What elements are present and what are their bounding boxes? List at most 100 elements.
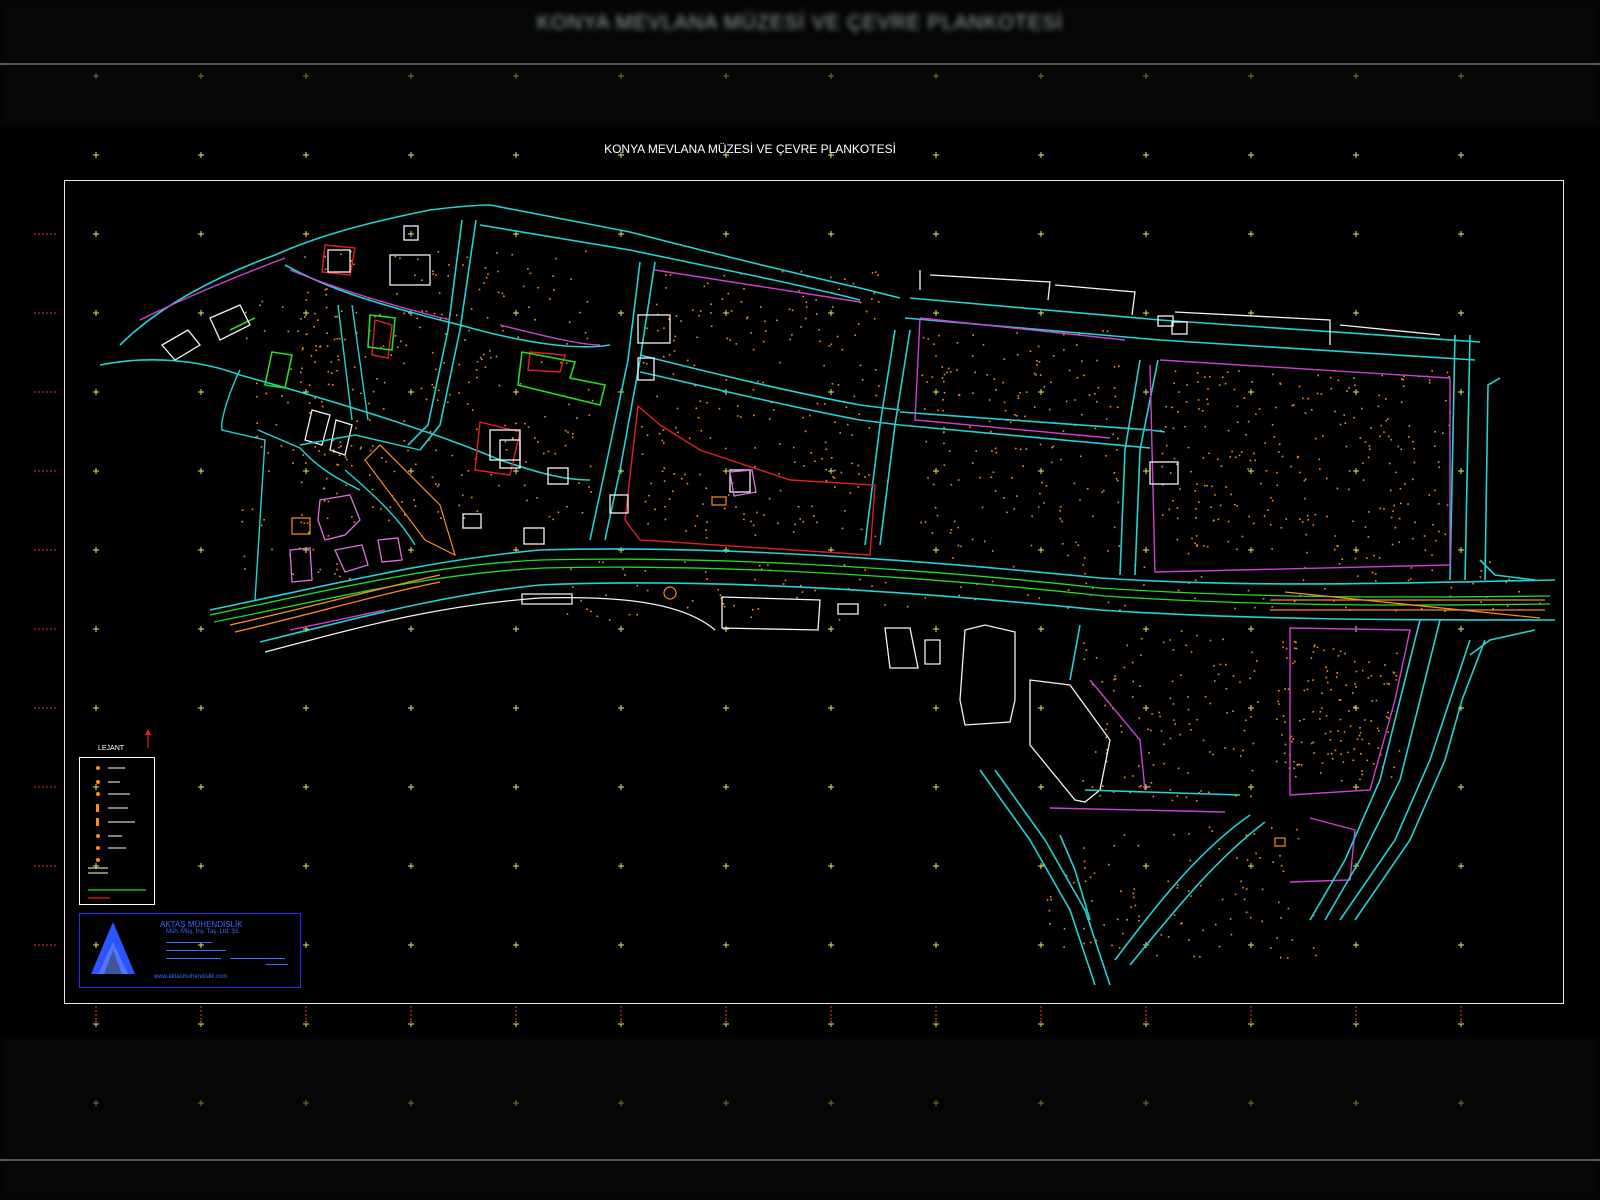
grid-cross xyxy=(1038,389,1044,395)
survey-point xyxy=(301,348,304,351)
grid-cross xyxy=(933,942,939,948)
survey-point xyxy=(1102,330,1104,332)
survey-point xyxy=(1116,449,1118,451)
survey-point xyxy=(705,529,707,531)
survey-point xyxy=(750,616,753,619)
grid-cross xyxy=(513,863,519,869)
survey-point xyxy=(1354,384,1356,387)
survey-point xyxy=(813,515,815,517)
survey-point xyxy=(1353,748,1356,750)
survey-point xyxy=(1253,833,1256,835)
survey-point xyxy=(673,473,676,475)
survey-point xyxy=(1446,504,1449,506)
survey-point xyxy=(1306,514,1309,517)
survey-point xyxy=(636,584,639,587)
survey-point xyxy=(245,311,247,314)
survey-point xyxy=(1029,350,1032,353)
survey-point xyxy=(1280,865,1283,867)
survey-point xyxy=(1203,484,1206,487)
survey-point xyxy=(868,427,871,429)
survey-point xyxy=(642,361,645,364)
survey-point xyxy=(318,450,320,452)
survey-point xyxy=(746,317,748,320)
survey-point xyxy=(743,288,745,290)
survey-point xyxy=(853,395,856,398)
survey-point xyxy=(319,568,321,571)
survey-point xyxy=(1187,772,1189,774)
survey-point xyxy=(1093,872,1096,875)
survey-point xyxy=(421,310,424,312)
survey-point xyxy=(385,460,387,463)
survey-point xyxy=(1262,598,1265,600)
survey-point xyxy=(1239,681,1241,683)
orange-outlines xyxy=(291,444,1286,847)
survey-point xyxy=(1323,649,1325,652)
survey-point xyxy=(312,548,315,551)
survey-point xyxy=(958,393,960,396)
survey-point xyxy=(447,401,449,403)
survey-point xyxy=(676,407,679,410)
survey-point xyxy=(591,399,594,402)
survey-point xyxy=(511,437,514,439)
survey-point xyxy=(1230,933,1233,936)
survey-point xyxy=(1346,390,1348,392)
survey-point xyxy=(1402,385,1405,387)
survey-point xyxy=(1316,392,1319,395)
survey-point xyxy=(693,364,696,367)
survey-point xyxy=(1368,445,1371,447)
survey-point xyxy=(1249,459,1252,462)
survey-point xyxy=(1083,557,1086,559)
survey-point xyxy=(368,402,370,405)
survey-point xyxy=(975,450,977,452)
survey-point xyxy=(1428,379,1431,382)
survey-point xyxy=(1180,630,1183,632)
survey-point xyxy=(1084,572,1086,575)
survey-point xyxy=(458,363,460,366)
survey-point xyxy=(1303,718,1305,721)
grid-cross xyxy=(618,310,624,316)
survey-point xyxy=(736,405,739,407)
survey-point xyxy=(1506,605,1509,607)
survey-point xyxy=(1059,517,1062,520)
survey-point xyxy=(1442,432,1444,434)
grid-cross xyxy=(408,863,414,869)
survey-point xyxy=(489,350,491,352)
survey-point xyxy=(1206,545,1209,548)
survey-point xyxy=(1296,456,1299,459)
grid-cross xyxy=(828,784,834,790)
grid-cross xyxy=(1143,863,1149,869)
survey-point xyxy=(656,395,658,398)
survey-point xyxy=(1413,447,1416,450)
survey-point xyxy=(579,311,581,314)
survey-point xyxy=(948,450,951,452)
survey-point xyxy=(1518,591,1520,593)
grid-cross xyxy=(513,310,519,316)
survey-point xyxy=(1105,728,1107,731)
survey-point xyxy=(740,301,743,303)
survey-point xyxy=(743,518,745,521)
survey-point xyxy=(1354,557,1357,560)
survey-point xyxy=(1030,544,1033,547)
grid-cross xyxy=(723,705,729,711)
grid-cross xyxy=(198,1100,204,1106)
survey-point xyxy=(1284,761,1287,764)
grid-cross xyxy=(1458,389,1464,395)
survey-point xyxy=(990,476,993,478)
survey-point xyxy=(655,303,658,306)
survey-point xyxy=(1356,575,1359,577)
survey-point xyxy=(648,494,650,497)
grid-cross xyxy=(828,73,834,79)
survey-point xyxy=(797,506,800,508)
survey-point xyxy=(1185,796,1188,799)
survey-point xyxy=(805,301,808,303)
survey-point xyxy=(1270,496,1272,499)
survey-point xyxy=(1082,564,1085,566)
survey-point xyxy=(1245,434,1247,436)
survey-point xyxy=(364,356,367,358)
survey-point xyxy=(1049,895,1052,898)
survey-point xyxy=(800,270,803,273)
survey-point xyxy=(1272,861,1275,863)
survey-point xyxy=(675,315,678,317)
survey-point xyxy=(1156,954,1158,957)
grid-cross xyxy=(303,863,309,869)
